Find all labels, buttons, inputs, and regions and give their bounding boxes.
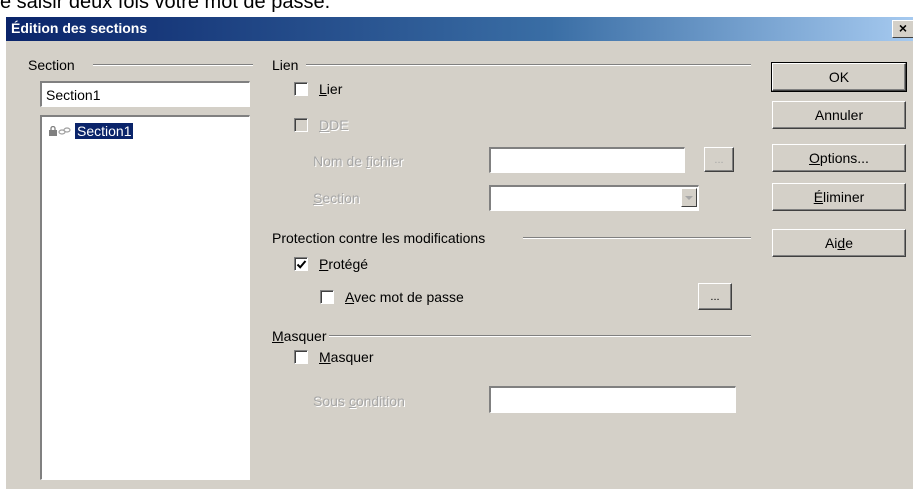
- lock-icon: [49, 126, 57, 136]
- dropdown-arrow[interactable]: [681, 188, 697, 207]
- condition-input[interactable]: [489, 386, 736, 413]
- remove-button[interactable]: Éliminer: [772, 183, 906, 211]
- chevron-down-icon: [685, 196, 693, 200]
- protection-group-title: Protection contre les modifications: [272, 230, 486, 246]
- hide-group-title: Masquer: [272, 328, 327, 344]
- section-tree[interactable]: Section1: [40, 115, 250, 480]
- link-label: Lier: [319, 81, 343, 97]
- link-group-line: [306, 64, 751, 66]
- section-name-value: Section1: [46, 87, 101, 103]
- password-button[interactable]: ...: [698, 283, 732, 310]
- section-group-title: Section: [28, 57, 75, 73]
- section-link-dropdown[interactable]: [489, 185, 699, 211]
- close-icon: ×: [898, 20, 908, 36]
- background-caption: e saisir deux fois votre mot de passe.: [0, 0, 331, 13]
- hide-label: Masquer: [319, 349, 374, 365]
- hide-group-line: [329, 335, 751, 337]
- edit-sections-dialog: Édition des sections × Section Section1 …: [5, 16, 913, 489]
- protected-checkbox[interactable]: [294, 257, 308, 271]
- password-label: Avec mot de passe: [345, 289, 464, 305]
- cancel-button[interactable]: Annuler: [772, 101, 906, 129]
- close-button[interactable]: ×: [892, 20, 913, 38]
- hide-checkbox[interactable]: [294, 350, 308, 364]
- link-checkbox[interactable]: [294, 82, 308, 96]
- ok-button[interactable]: OK: [771, 62, 907, 92]
- link-icon: [58, 127, 71, 135]
- tree-item-section1[interactable]: Section1: [48, 122, 135, 140]
- protected-label: Protégé: [319, 256, 369, 272]
- link-group-title: Lien: [272, 57, 299, 73]
- options-button[interactable]: Options...: [772, 144, 906, 172]
- help-button[interactable]: Aide: [772, 229, 906, 257]
- condition-label: Sous condition: [313, 393, 405, 409]
- tree-item-label: Section1: [73, 122, 135, 140]
- filename-input[interactable]: [489, 147, 685, 173]
- window-title: Édition des sections: [11, 20, 148, 36]
- filename-browse-button[interactable]: ...: [704, 147, 734, 172]
- section-group-line: [93, 64, 253, 66]
- checkmark-icon: [296, 260, 307, 269]
- dde-label: DDE: [319, 117, 349, 133]
- protection-group-line: [523, 237, 751, 239]
- password-checkbox[interactable]: [320, 290, 334, 304]
- filename-label: Nom de fichier: [313, 153, 404, 169]
- title-bar[interactable]: Édition des sections ×: [6, 17, 913, 41]
- section-link-label: Section: [313, 190, 360, 206]
- dde-checkbox[interactable]: [294, 118, 308, 132]
- section-name-input[interactable]: Section1: [40, 81, 250, 107]
